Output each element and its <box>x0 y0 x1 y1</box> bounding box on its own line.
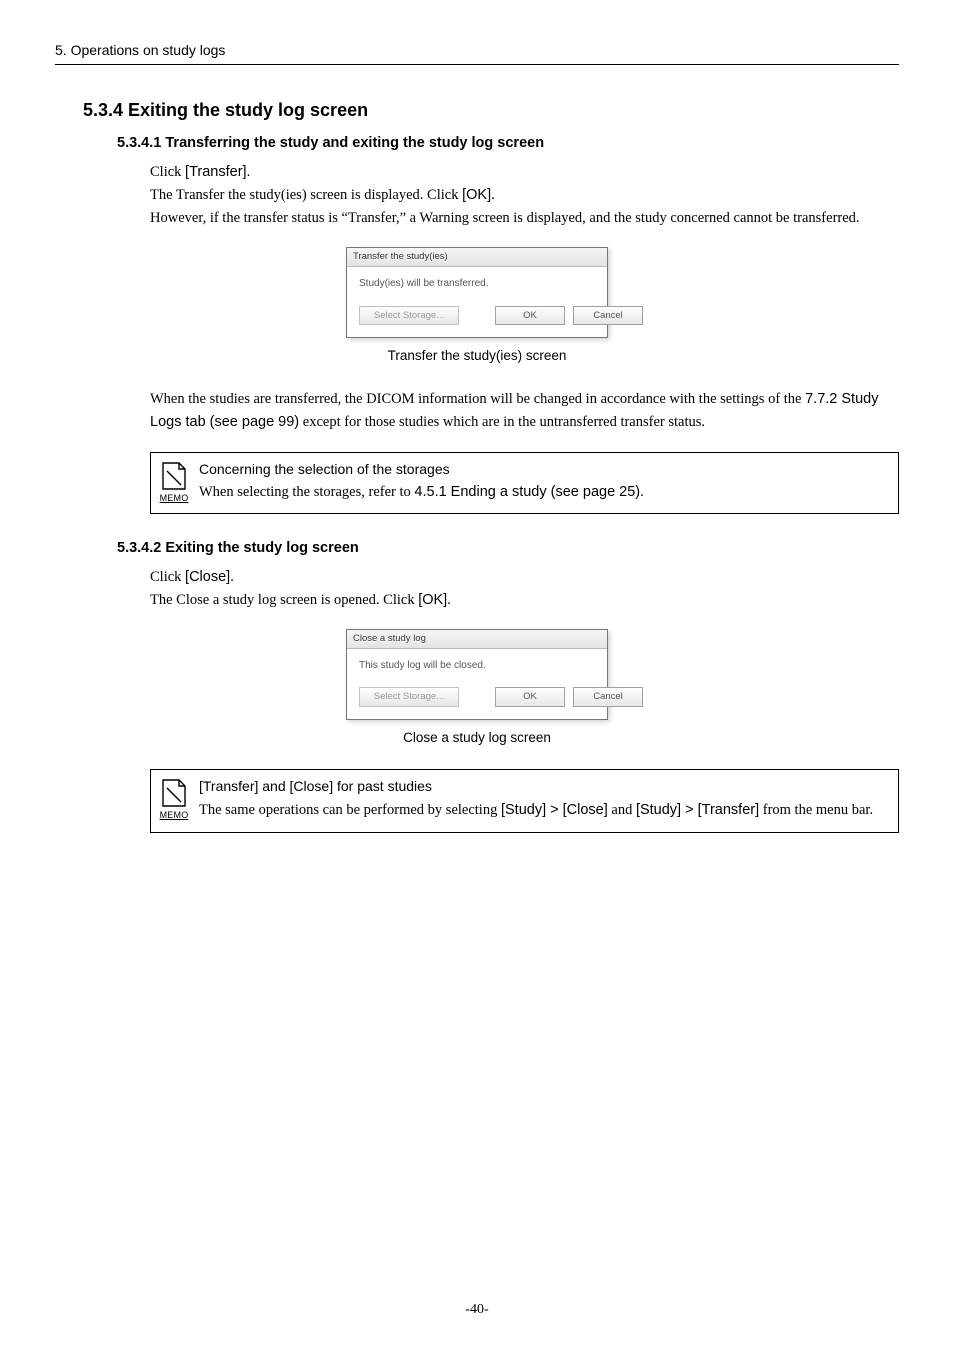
text: Click <box>150 164 185 180</box>
text: The Close a study log screen is opened. … <box>150 592 418 608</box>
text: When selecting the storages, refer to <box>199 484 414 500</box>
select-storage-button[interactable]: Select Storage... <box>359 687 459 707</box>
memo-icon <box>160 461 188 491</box>
ok-button[interactable]: OK <box>495 687 565 707</box>
transfer-dialog-message: Study(ies) will be transferred. <box>359 277 595 292</box>
memo-box-storages: MEMO Concerning the selection of the sto… <box>150 452 899 513</box>
text: from the menu bar. <box>759 802 873 818</box>
transfer-dialog-caption: Transfer the study(ies) screen <box>55 346 899 366</box>
close-dialog-caption: Close a study log screen <box>55 728 899 748</box>
memo-title: Concerning the selection of the storages <box>199 459 888 479</box>
header-rule <box>55 64 899 65</box>
text: . <box>230 569 234 585</box>
text: When the studies are transferred, the DI… <box>150 391 805 407</box>
text: . <box>491 187 495 203</box>
page-number: -40- <box>0 1300 954 1320</box>
ui-ref-close: [Close] <box>185 569 230 585</box>
text: The same operations can be performed by … <box>199 802 501 818</box>
memo-label: MEMO <box>160 492 189 505</box>
close-dialog: Close a study log This study log will be… <box>346 629 608 720</box>
body-5342: Click [Close]. The Close a study log scr… <box>55 567 899 611</box>
ui-ref-ok: [OK] <box>418 592 447 608</box>
ui-ref-ok: [OK] <box>462 187 491 203</box>
page-header: 5. Operations on study logs <box>55 40 899 60</box>
body-5341: Click [Transfer]. The Transfer the study… <box>55 162 899 229</box>
text: except for those studies which are in th… <box>299 414 705 430</box>
memo-icon <box>160 778 188 808</box>
memo-label: MEMO <box>160 809 189 822</box>
transfer-dialog-title: Transfer the study(ies) <box>347 248 607 267</box>
ui-ref-study-transfer: [Study] > [Transfer] <box>636 802 759 818</box>
select-storage-button[interactable]: Select Storage... <box>359 306 459 326</box>
text: However, if the transfer status is “Tran… <box>150 208 899 229</box>
close-dialog-message: This study log will be closed. <box>359 659 595 674</box>
text: . <box>640 484 644 500</box>
text: and <box>608 802 636 818</box>
heading-5341: 5.3.4.1 Transferring the study and exiti… <box>55 133 899 154</box>
close-dialog-title: Close a study log <box>347 630 607 649</box>
ok-button[interactable]: OK <box>495 306 565 326</box>
text: Click <box>150 569 185 585</box>
text: . <box>447 592 451 608</box>
memo-title: [Transfer] and [Close] for past studies <box>199 776 888 796</box>
heading-534: 5.3.4 Exiting the study log screen <box>55 97 899 123</box>
crossref-451: 4.5.1 Ending a study (see page 25) <box>414 484 640 500</box>
heading-5342: 5.3.4.2 Exiting the study log screen <box>55 538 899 559</box>
cancel-button[interactable]: Cancel <box>573 306 643 326</box>
cancel-button[interactable]: Cancel <box>573 687 643 707</box>
transfer-dialog: Transfer the study(ies) Study(ies) will … <box>346 247 608 338</box>
body-5341-after: When the studies are transferred, the DI… <box>55 388 899 434</box>
header-left: 5. Operations on study logs <box>55 40 225 60</box>
ui-ref-study-close: [Study] > [Close] <box>501 802 608 818</box>
text: The Transfer the study(ies) screen is di… <box>150 187 462 203</box>
text: . <box>247 164 251 180</box>
memo-box-past-studies: MEMO [Transfer] and [Close] for past stu… <box>150 769 899 832</box>
ui-ref-transfer: [Transfer] <box>185 164 247 180</box>
